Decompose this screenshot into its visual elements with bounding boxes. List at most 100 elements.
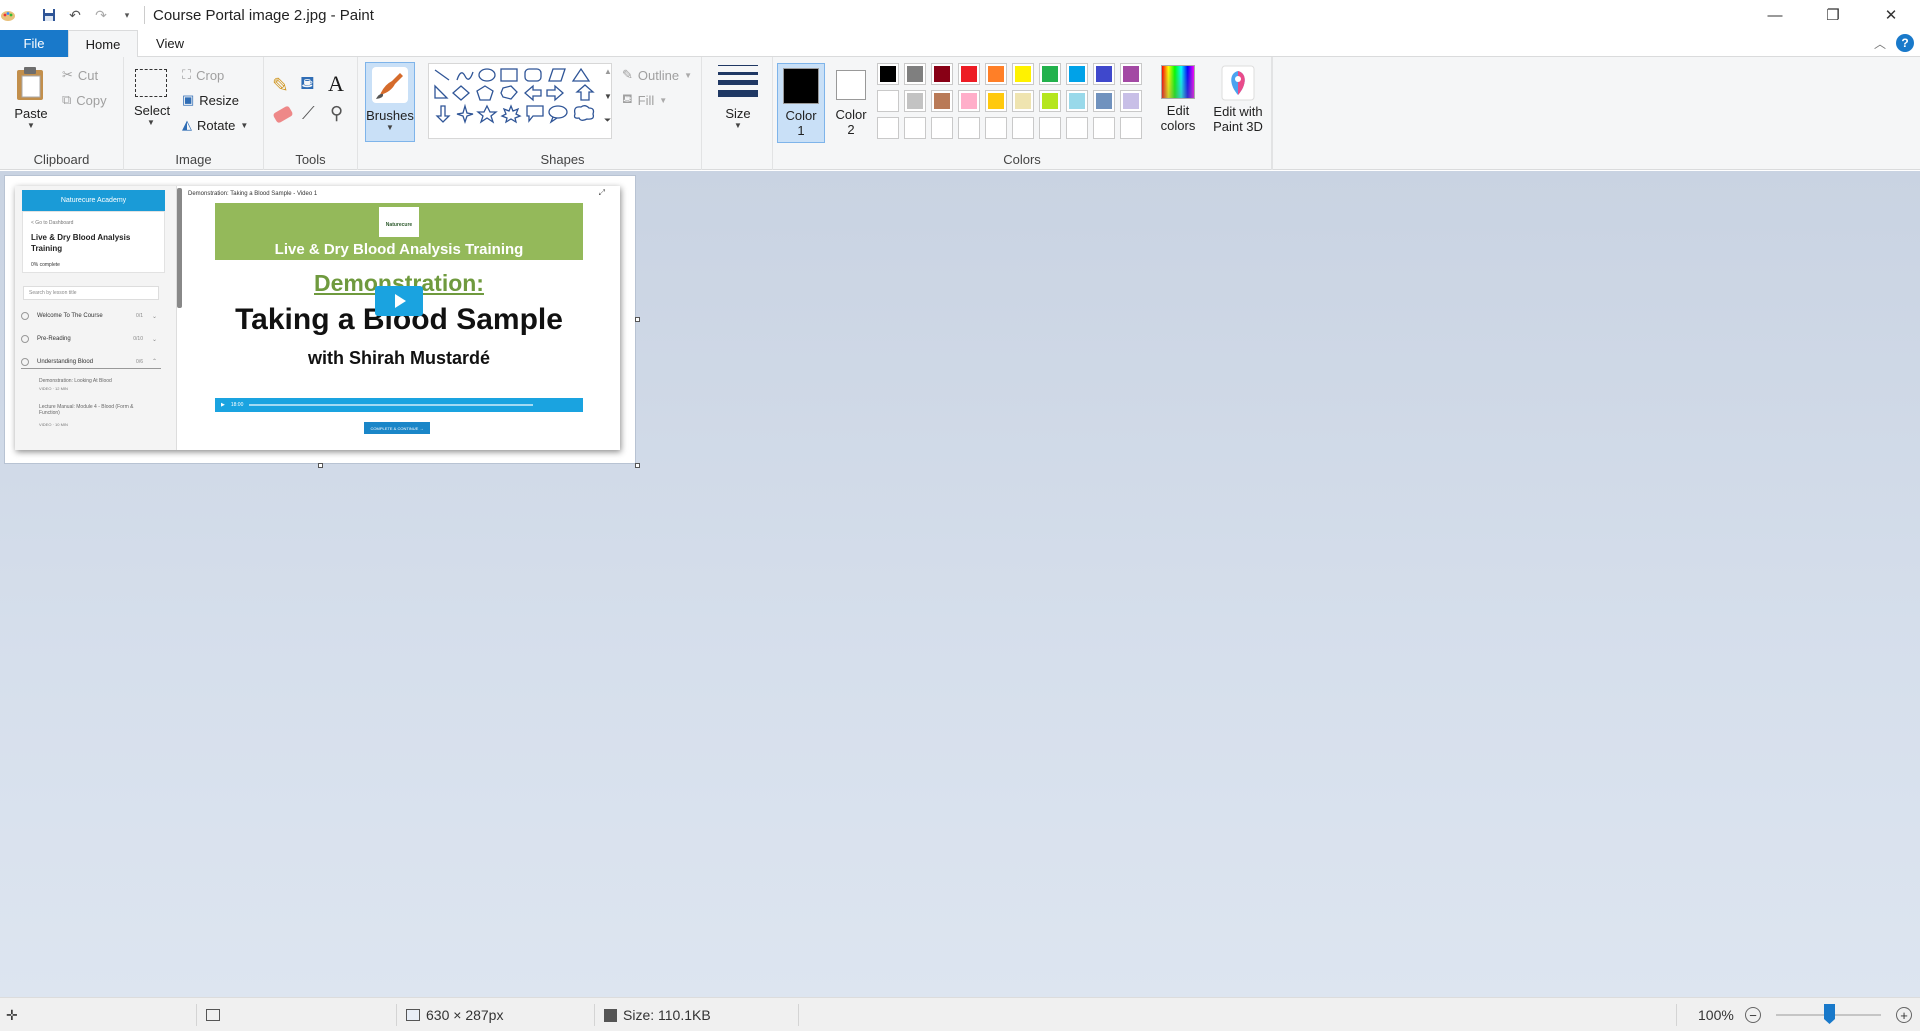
edit-with-paint3d-button[interactable]: Edit with Paint 3D [1207, 65, 1269, 134]
lesson-header: Demonstration: Taking a Blood Sample - V… [188, 191, 318, 197]
minimize-button[interactable]: — [1746, 0, 1804, 30]
palette-swatch[interactable] [1039, 63, 1061, 85]
tab-view[interactable]: View [140, 30, 200, 57]
outline-button[interactable]: ✎ Outline ▼ [622, 64, 692, 86]
palette-swatch[interactable] [985, 63, 1007, 85]
paste-button[interactable]: Paste ▼ [10, 65, 52, 130]
palette-swatch[interactable] [1039, 90, 1061, 112]
palette-swatch[interactable] [1093, 63, 1115, 85]
palette-swatch[interactable] [958, 117, 980, 139]
copy-button[interactable]: ⧉ Copy [62, 89, 107, 111]
tab-home[interactable]: Home [68, 30, 138, 58]
tools-group-label: Tools [295, 152, 326, 167]
file-size-text: Size: 110.1KB [623, 1007, 711, 1023]
outline-dropdown-icon: ▼ [684, 70, 693, 80]
zoom-slider-thumb[interactable] [1824, 1004, 1835, 1024]
palette-swatch[interactable] [904, 117, 926, 139]
pencil-icon[interactable]: ✎ [272, 73, 289, 98]
resize-label: Resize [199, 92, 240, 108]
canvas-resize-handle-bottom[interactable] [318, 463, 323, 468]
course-sidebar: Naturecure Academy < Go to Dashboard Liv… [15, 186, 177, 450]
size-lines-icon [718, 65, 758, 97]
paste-label: Paste [14, 106, 48, 121]
canvas-resize-handle-corner[interactable] [635, 463, 640, 468]
help-icon[interactable]: ? [1896, 34, 1914, 52]
palette-swatch[interactable] [1120, 63, 1142, 85]
drawing-canvas[interactable]: Naturecure Academy < Go to Dashboard Liv… [5, 176, 635, 463]
palette-swatch[interactable] [1120, 117, 1142, 139]
palette-swatch[interactable] [877, 63, 899, 85]
colors-group-label: Colors [1003, 152, 1041, 167]
palette-swatch[interactable] [1066, 90, 1088, 112]
size-button[interactable]: Size ▼ [712, 65, 764, 130]
undo-icon[interactable]: ↶ [66, 6, 84, 24]
rotate-dropdown-icon: ▼ [240, 120, 249, 130]
zoom-in-button[interactable]: + [1896, 1007, 1912, 1023]
section-row: Welcome To The Course 0/1 ⌄ [21, 309, 161, 323]
shapes-gallery[interactable] [428, 63, 612, 139]
colors-group: Color 1 Color 2 Edit colors Colors [772, 57, 1272, 170]
color1-swatch [783, 68, 819, 104]
fill-bucket-icon[interactable]: ⛾ [300, 73, 315, 97]
palette-swatch[interactable] [904, 90, 926, 112]
collapse-ribbon-icon[interactable]: ︿ [1874, 35, 1886, 52]
text-tool-icon[interactable]: A [328, 71, 344, 97]
paint3d-group: Edit with Paint 3D [1203, 57, 1273, 170]
palette-swatch[interactable] [1039, 117, 1061, 139]
palette-swatch[interactable] [877, 117, 899, 139]
edit-colors-button[interactable]: Edit colors [1155, 65, 1201, 133]
palette-swatch[interactable] [931, 63, 953, 85]
maximize-button[interactable]: ❐ [1804, 0, 1862, 30]
palette-swatch[interactable] [931, 117, 953, 139]
magnifier-icon[interactable]: ⚲ [330, 103, 343, 124]
scissors-icon: ✂ [62, 67, 73, 82]
resize-icon: ▣ [182, 92, 195, 107]
shapes-scroll-up-icon[interactable]: ▲ [604, 67, 612, 76]
close-button[interactable]: ✕ [1862, 0, 1920, 30]
palette-swatch[interactable] [1093, 117, 1115, 139]
eraser-icon[interactable] [272, 105, 294, 124]
save-icon[interactable] [40, 6, 58, 24]
zoom-out-button[interactable]: − [1745, 1007, 1761, 1023]
palette-swatch[interactable] [1093, 90, 1115, 112]
brushes-button[interactable]: Brushes ▼ [365, 62, 415, 142]
crop-button[interactable]: ⛶ Crop [182, 64, 224, 86]
fill-button[interactable]: ⛾ Fill ▼ [622, 89, 667, 111]
customize-toolbar-icon[interactable]: ▾ [118, 6, 136, 24]
palette-swatch[interactable] [1012, 90, 1034, 112]
status-divider [594, 1004, 595, 1026]
tab-file[interactable]: File [0, 30, 68, 57]
palette-swatch[interactable] [1120, 90, 1142, 112]
palette-swatch[interactable] [1012, 117, 1034, 139]
palette-swatch[interactable] [958, 63, 980, 85]
palette-swatch[interactable] [1066, 63, 1088, 85]
section-status-icon [21, 335, 29, 343]
select-button[interactable]: Select ▼ [134, 69, 170, 127]
palette-swatch[interactable] [985, 117, 1007, 139]
lesson-search-input: Search by lesson title [23, 286, 159, 300]
size-label: Size [725, 106, 751, 121]
palette-swatch[interactable] [877, 90, 899, 112]
video-controls: ▶ 18:00 [215, 398, 583, 412]
color2-button[interactable]: Color 2 [829, 63, 873, 143]
color1-button[interactable]: Color 1 [777, 63, 825, 143]
shapes-more-icon[interactable]: ⏷ [604, 115, 611, 126]
disk-icon [604, 1008, 617, 1022]
rotate-button[interactable]: ◭ Rotate ▼ [182, 114, 248, 136]
palette-swatch[interactable] [931, 90, 953, 112]
palette-swatch[interactable] [904, 63, 926, 85]
brushes-label: Brushes [366, 108, 414, 123]
select-icon [135, 69, 167, 97]
color-picker-icon[interactable]: ⟋ [302, 103, 315, 124]
palette-swatch[interactable] [985, 90, 1007, 112]
palette-swatch[interactable] [1012, 63, 1034, 85]
palette-swatch[interactable] [1066, 117, 1088, 139]
canvas-resize-handle-right[interactable] [635, 317, 640, 322]
palette-swatch[interactable] [958, 90, 980, 112]
resize-button[interactable]: ▣ Resize [182, 89, 239, 111]
cut-button[interactable]: ✂ Cut [62, 64, 98, 86]
shapes-scroll-down-icon[interactable]: ▼ [604, 92, 612, 101]
section-count: 0/6 [136, 358, 143, 365]
paint-app-icon[interactable] [0, 7, 16, 23]
redo-icon[interactable]: ↷ [92, 6, 110, 24]
